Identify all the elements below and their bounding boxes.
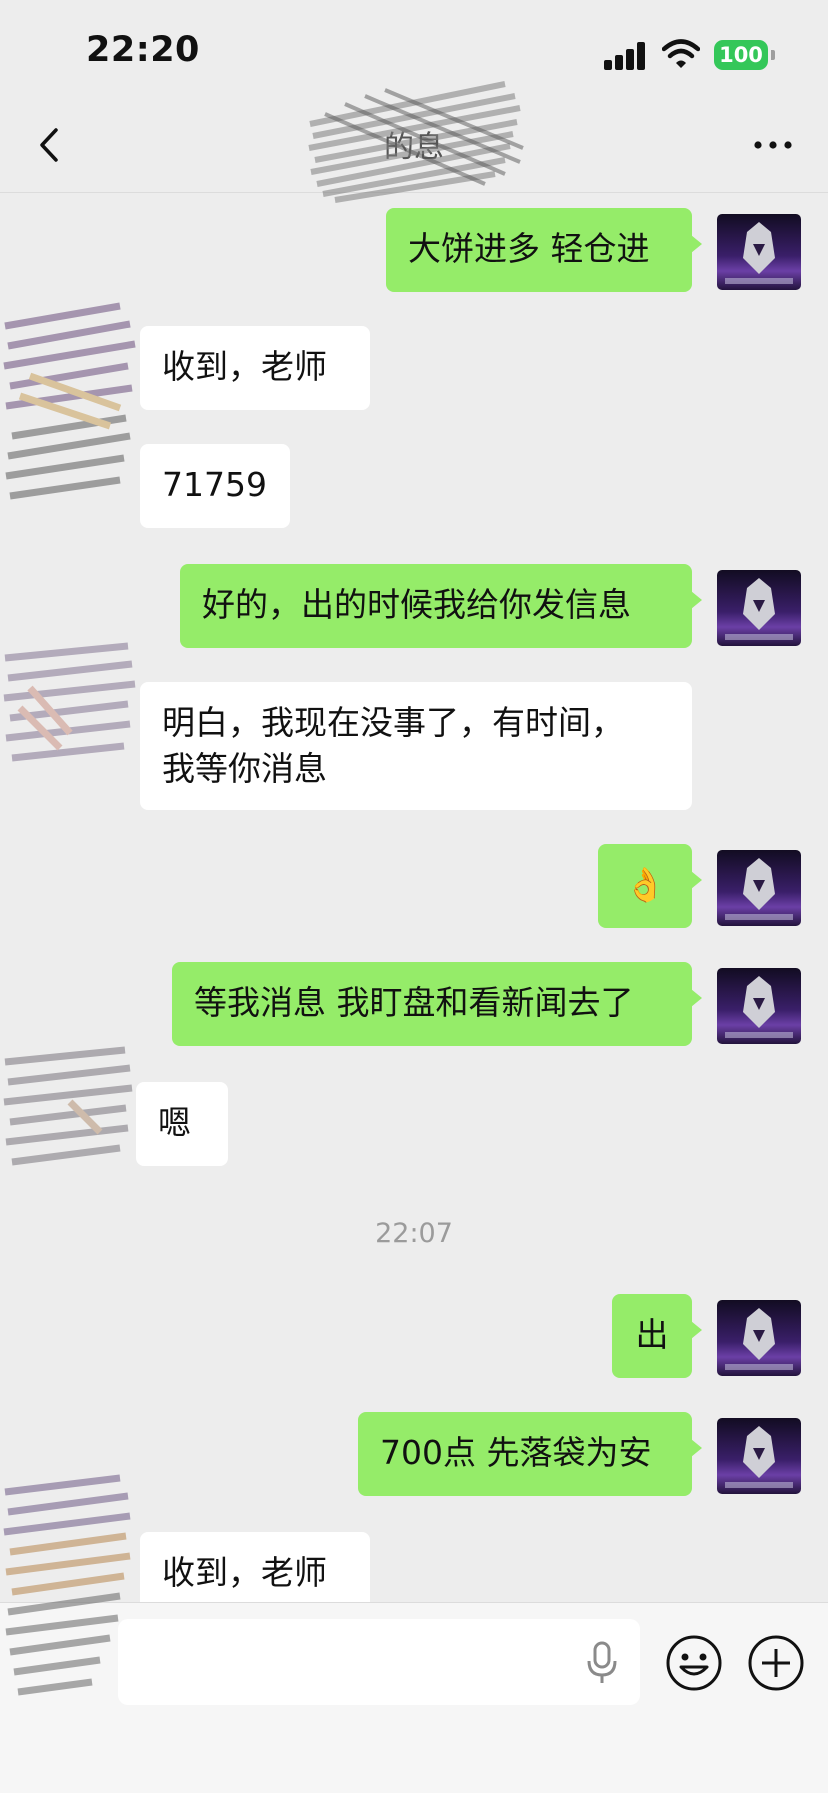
message-bubble[interactable]: 出 xyxy=(612,1294,702,1378)
avatar[interactable] xyxy=(717,1300,801,1376)
chevron-left-icon[interactable] xyxy=(28,120,78,170)
message-bubble[interactable]: 大饼进多 轻仓进 xyxy=(386,208,702,292)
message-bubble[interactable]: 71759 xyxy=(140,444,290,528)
message-bubble[interactable]: 收到，老师 xyxy=(140,326,370,410)
avatar[interactable] xyxy=(717,1418,801,1494)
avatar[interactable] xyxy=(717,968,801,1044)
avatar[interactable] xyxy=(0,296,150,556)
message-bubble[interactable]: 嗯 xyxy=(136,1082,228,1166)
message-bubble[interactable]: 明白，我现在没事了，有时间， 我等你消息 xyxy=(140,682,692,810)
battery-tip xyxy=(771,50,775,60)
microphone-icon[interactable] xyxy=(582,1639,622,1687)
message-timestamp: 22:07 xyxy=(375,1218,453,1249)
avatar[interactable] xyxy=(0,1472,150,1712)
message-bubble[interactable]: 等我消息 我盯盘和看新闻去了 xyxy=(172,962,702,1046)
message-bubble[interactable]: 好的，出的时候我给你发信息 xyxy=(180,564,702,648)
battery-indicator: 100 xyxy=(714,40,768,70)
avatar[interactable] xyxy=(717,570,801,646)
message-bubble[interactable]: 👌 xyxy=(598,844,702,928)
status-time: 22:20 xyxy=(86,30,200,70)
cellular-signal-icon xyxy=(604,42,648,70)
message-input[interactable] xyxy=(118,1619,640,1705)
plus-circle-icon[interactable] xyxy=(746,1633,806,1693)
smiley-icon[interactable] xyxy=(664,1633,724,1693)
chat-header: 的息 xyxy=(0,81,828,203)
message-bubble[interactable]: 700点 先落袋为安 xyxy=(358,1412,702,1496)
redaction-scribble xyxy=(308,81,524,203)
avatar[interactable] xyxy=(0,1042,150,1182)
more-dots-icon[interactable] xyxy=(748,120,798,170)
avatar[interactable] xyxy=(0,638,150,778)
avatar[interactable] xyxy=(717,850,801,926)
wifi-icon xyxy=(662,39,700,68)
avatar[interactable] xyxy=(717,214,801,290)
